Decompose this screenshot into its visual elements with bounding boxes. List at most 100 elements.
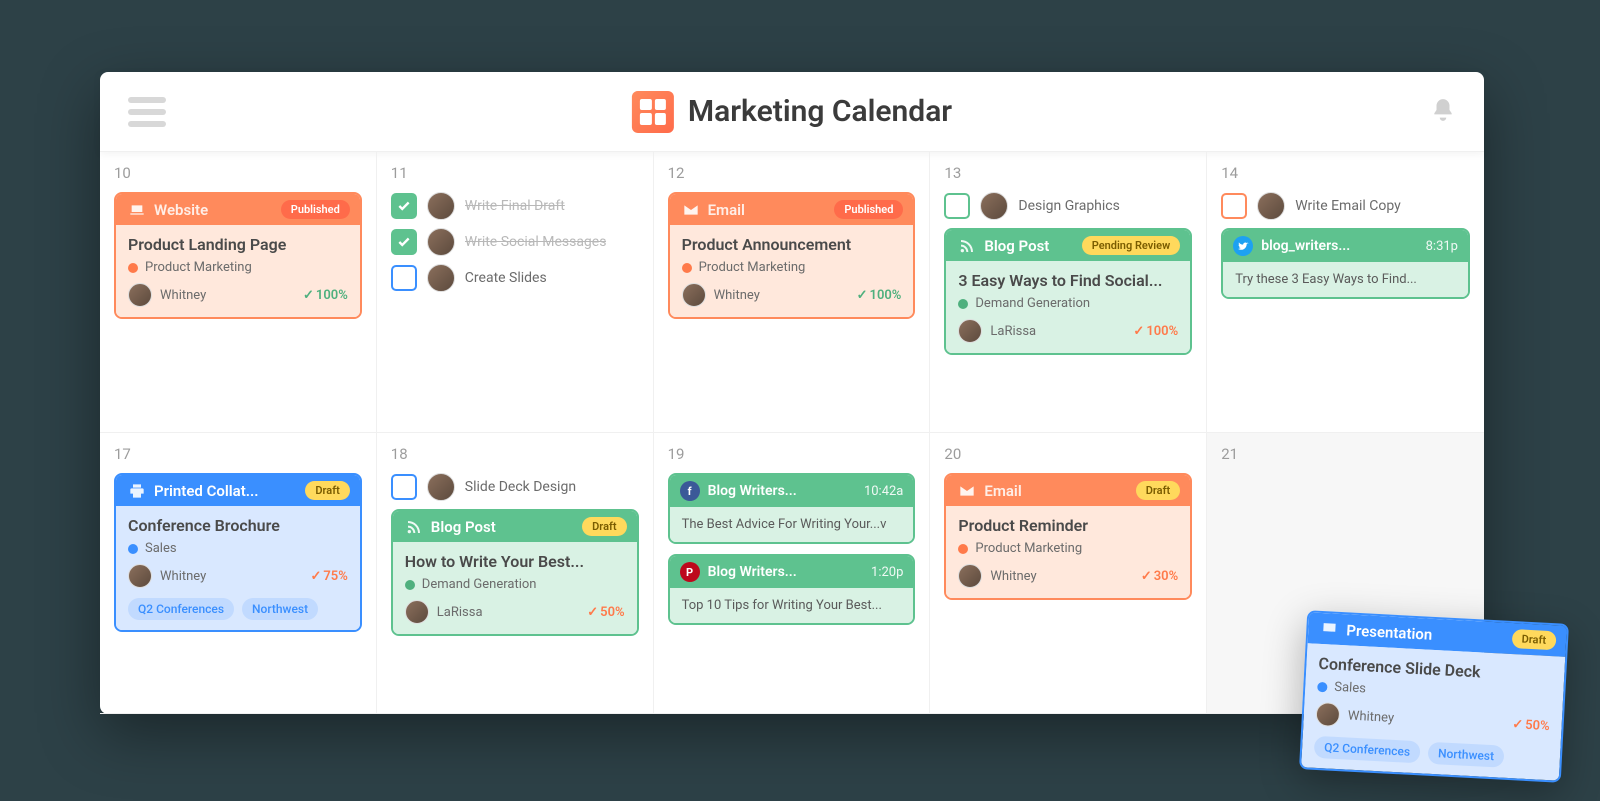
card-blog[interactable]: Blog Post Draft How to Write Your Best..… xyxy=(391,509,639,636)
tag[interactable]: Q2 Conferences xyxy=(128,598,234,620)
card-owner: LaRissa xyxy=(990,324,1125,339)
checkbox-empty-icon[interactable] xyxy=(1221,193,1247,219)
task-row[interactable]: Design Graphics xyxy=(944,192,1192,220)
avatar xyxy=(405,600,429,624)
card-blog[interactable]: Blog Post Pending Review 3 Easy Ways to … xyxy=(944,228,1192,355)
envelope-icon xyxy=(958,482,976,500)
app-logo-icon xyxy=(632,91,674,133)
avatar xyxy=(128,283,152,307)
rss-icon xyxy=(405,518,423,536)
task-row[interactable]: Create Slides xyxy=(391,264,639,292)
status-badge: Draft xyxy=(1136,481,1180,500)
day-number: 19 xyxy=(668,445,916,463)
checkbox-checked-icon[interactable] xyxy=(391,229,417,255)
card-progress: ✓50% xyxy=(1512,717,1550,734)
day-number: 20 xyxy=(944,445,1192,463)
card-type: Presentation xyxy=(1346,621,1504,647)
avatar xyxy=(682,283,706,307)
task-row[interactable]: Write Social Messages xyxy=(391,228,639,256)
card-category: Product Marketing xyxy=(958,541,1178,556)
day-cell-13[interactable]: 13 Design Graphics Blog Post Pending Rev… xyxy=(930,152,1207,433)
status-badge: Draft xyxy=(582,517,626,536)
social-body: The Best Advice For Writing Your...v xyxy=(670,507,914,542)
day-cell-14[interactable]: 14 Write Email Copy blog_writers... 8:31… xyxy=(1207,152,1484,433)
presentation-icon xyxy=(1320,619,1339,638)
task-row[interactable]: Write Email Copy xyxy=(1221,192,1470,220)
card-category: Product Marketing xyxy=(128,260,348,275)
printer-icon xyxy=(128,482,146,500)
card-progress: ✓100% xyxy=(1133,324,1178,339)
avatar xyxy=(427,192,455,220)
task-row[interactable]: Slide Deck Design xyxy=(391,473,639,501)
day-cell-12[interactable]: 12 Email Published Product Announcement … xyxy=(654,152,931,433)
status-badge: Published xyxy=(834,200,903,219)
checkbox-empty-icon[interactable] xyxy=(944,193,970,219)
tag[interactable]: Northwest xyxy=(1428,742,1505,768)
avatar xyxy=(1257,192,1285,220)
day-number: 21 xyxy=(1221,445,1470,463)
day-cell-17[interactable]: 17 Printed Collat... Draft Conference Br… xyxy=(100,433,377,714)
card-owner: LaRissa xyxy=(437,605,579,620)
avatar xyxy=(1315,702,1340,727)
card-type: Email xyxy=(708,201,827,219)
avatar xyxy=(128,564,152,588)
day-number: 11 xyxy=(391,164,639,182)
card-title: 3 Easy Ways to Find Social... xyxy=(958,271,1178,290)
card-owner: Whitney xyxy=(1347,708,1504,731)
social-card-twitter[interactable]: blog_writers... 8:31p Try these 3 Easy W… xyxy=(1221,228,1470,299)
app-window: Marketing Calendar 10 Website Published … xyxy=(100,72,1484,714)
social-time: 10:42a xyxy=(864,484,903,499)
checkbox-checked-icon[interactable] xyxy=(391,193,417,219)
menu-button[interactable] xyxy=(128,97,166,127)
checkbox-empty-icon[interactable] xyxy=(391,474,417,500)
facebook-icon: f xyxy=(680,481,700,501)
day-cell-11[interactable]: 11 Write Final Draft Write Social Messag… xyxy=(377,152,654,433)
header-title-group: Marketing Calendar xyxy=(632,91,952,133)
card-website[interactable]: Website Published Product Landing Page P… xyxy=(114,192,362,319)
avatar xyxy=(980,192,1008,220)
day-cell-18[interactable]: 18 Slide Deck Design Blog Post Draft How… xyxy=(377,433,654,714)
checkbox-empty-icon[interactable] xyxy=(391,265,417,291)
card-owner: Whitney xyxy=(160,288,295,303)
task-label: Design Graphics xyxy=(1018,198,1119,214)
tag[interactable]: Q2 Conferences xyxy=(1314,736,1421,764)
card-category: Sales xyxy=(128,541,348,556)
card-owner: Whitney xyxy=(714,288,849,303)
task-label: Write Social Messages xyxy=(465,234,607,250)
card-type: Website xyxy=(154,201,273,219)
social-card-facebook[interactable]: f Blog Writers... 10:42a The Best Advice… xyxy=(668,473,916,544)
card-type: Printed Collat... xyxy=(154,482,297,500)
card-type: Blog Post xyxy=(431,518,574,536)
card-category: Demand Generation xyxy=(405,577,625,592)
day-number: 10 xyxy=(114,164,362,182)
task-row[interactable]: Write Final Draft xyxy=(391,192,639,220)
status-badge: Published xyxy=(281,200,350,219)
status-badge: Draft xyxy=(1511,629,1556,650)
card-progress: ✓100% xyxy=(303,288,348,303)
day-cell-10[interactable]: 10 Website Published Product Landing Pag… xyxy=(100,152,377,433)
task-label: Slide Deck Design xyxy=(465,479,576,495)
dragging-card-presentation[interactable]: Presentation Draft Conference Slide Deck… xyxy=(1299,610,1569,782)
card-owner: Whitney xyxy=(160,569,302,584)
avatar xyxy=(958,319,982,343)
tag[interactable]: Northwest xyxy=(242,598,318,620)
day-cell-19[interactable]: 19 f Blog Writers... 10:42a The Best Adv… xyxy=(654,433,931,714)
card-title: Product Announcement xyxy=(682,235,902,254)
calendar-grid: 10 Website Published Product Landing Pag… xyxy=(100,152,1484,714)
status-badge: Draft xyxy=(305,481,349,500)
card-email[interactable]: Email Published Product Announcement Pro… xyxy=(668,192,916,319)
social-body: Top 10 Tips for Writing Your Best... xyxy=(670,588,914,623)
card-print[interactable]: Printed Collat... Draft Conference Broch… xyxy=(114,473,362,632)
card-title: Product Landing Page xyxy=(128,235,348,254)
rss-icon xyxy=(958,237,976,255)
day-cell-20[interactable]: 20 Email Draft Product Reminder Product … xyxy=(930,433,1207,714)
card-progress: ✓30% xyxy=(1141,569,1178,584)
notifications-button[interactable] xyxy=(1430,97,1456,127)
card-email[interactable]: Email Draft Product Reminder Product Mar… xyxy=(944,473,1192,600)
status-badge: Pending Review xyxy=(1082,236,1180,255)
social-card-pinterest[interactable]: P Blog Writers... 1:20p Top 10 Tips for … xyxy=(668,554,916,625)
card-category: Demand Generation xyxy=(958,296,1178,311)
day-number: 13 xyxy=(944,164,1192,182)
avatar xyxy=(958,564,982,588)
card-progress: ✓50% xyxy=(587,605,624,620)
